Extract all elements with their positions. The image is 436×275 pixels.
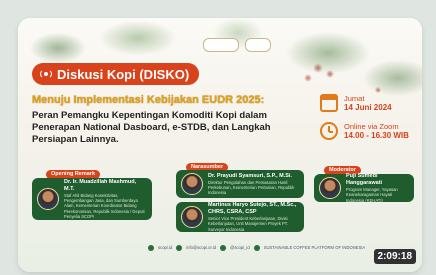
event-poster-image[interactable]: Diskusi Kopi (DISKO) Menuju Implementasi… xyxy=(18,18,422,272)
event-venue: Online via Zoom xyxy=(344,122,399,131)
social-icon xyxy=(220,244,227,251)
moderator-panel: Puji Sumedi Hanggarawati Program Manager… xyxy=(314,173,414,203)
event-title-badge: Diskusi Kopi (DISKO) xyxy=(32,63,200,85)
event-date: 14 Juni 2024 xyxy=(344,103,392,112)
footer-item: info@scopi.or.id xyxy=(186,245,217,250)
speaker-role: Staf Ahli Bidang Konektivitas, Pengemban… xyxy=(64,192,145,219)
broadcast-icon xyxy=(40,69,52,79)
calendar-icon xyxy=(320,94,338,112)
footer-item: scopi.id xyxy=(158,245,173,250)
speaker-name: Dr. Prayudi Syamsuri, S.P., M.Si. xyxy=(208,172,292,179)
event-time-info: Online via Zoom 14.00 - 16.30 WIB xyxy=(320,122,409,140)
avatar xyxy=(319,177,341,199)
globe-icon xyxy=(148,244,154,251)
footer-item: SUSTAINABLE COFFEE PLATFORM OF INDONESIA xyxy=(263,245,366,250)
speaker-name: Puji Sumedi Hanggarawati xyxy=(346,173,383,187)
video-thumbnail-card[interactable]: Diskusi Kopi (DISKO) Menuju Implementasi… xyxy=(18,18,422,272)
event-time: 14.00 - 16.30 WIB xyxy=(344,131,409,140)
avatar xyxy=(37,188,59,210)
scopi-logo-icon xyxy=(253,244,260,251)
speaker-name: Dr. Ir. Muadzillah Mashmud, M.T. xyxy=(64,178,137,192)
partner-logos xyxy=(203,38,271,52)
speaker-panel: Dr. Prayudi Syamsuri, S.P., M.Si. Direkt… xyxy=(176,170,304,198)
logo-badge xyxy=(203,38,239,52)
mail-icon xyxy=(176,244,183,251)
event-title: Diskusi Kopi (DISKO) xyxy=(57,66,190,82)
logo-badge xyxy=(245,38,271,52)
speaker-role: Direktur Pengolahan dan Pemasaran Hasil … xyxy=(208,179,295,196)
avatar xyxy=(181,173,203,195)
speaker-role: Program Manager, Yayasan Keanekaragaman … xyxy=(346,187,398,203)
video-duration-badge: 2:09:18 xyxy=(373,249,416,264)
avatar xyxy=(181,206,203,228)
opening-speaker-panel: Dr. Ir. Muadzillah Mashmud, M.T. Staf Ah… xyxy=(32,178,152,220)
footer-item: @scopi_id xyxy=(230,245,250,250)
speaker-panel: Martinus Haryo Sutejo, ST., M.Sc., CHRS,… xyxy=(176,202,304,232)
poster-footer: scopi.id info@scopi.or.id @scopi_id SUST… xyxy=(148,243,398,252)
event-subtitle: Menuju Implementasi Kebijakan EUDR 2025: xyxy=(32,94,265,106)
event-day: Jumat xyxy=(344,94,365,103)
clock-icon xyxy=(320,122,338,140)
speaker-role: Senior Vice President Keberlanjutan, Div… xyxy=(208,216,289,232)
speaker-name: Martinus Haryo Sutejo, ST., M.Sc., CHRS,… xyxy=(208,202,297,216)
event-description: Peran Pemangku Kepentingan Komoditi Kopi… xyxy=(32,110,271,145)
event-date-info: Jumat 14 Juni 2024 xyxy=(320,94,392,112)
